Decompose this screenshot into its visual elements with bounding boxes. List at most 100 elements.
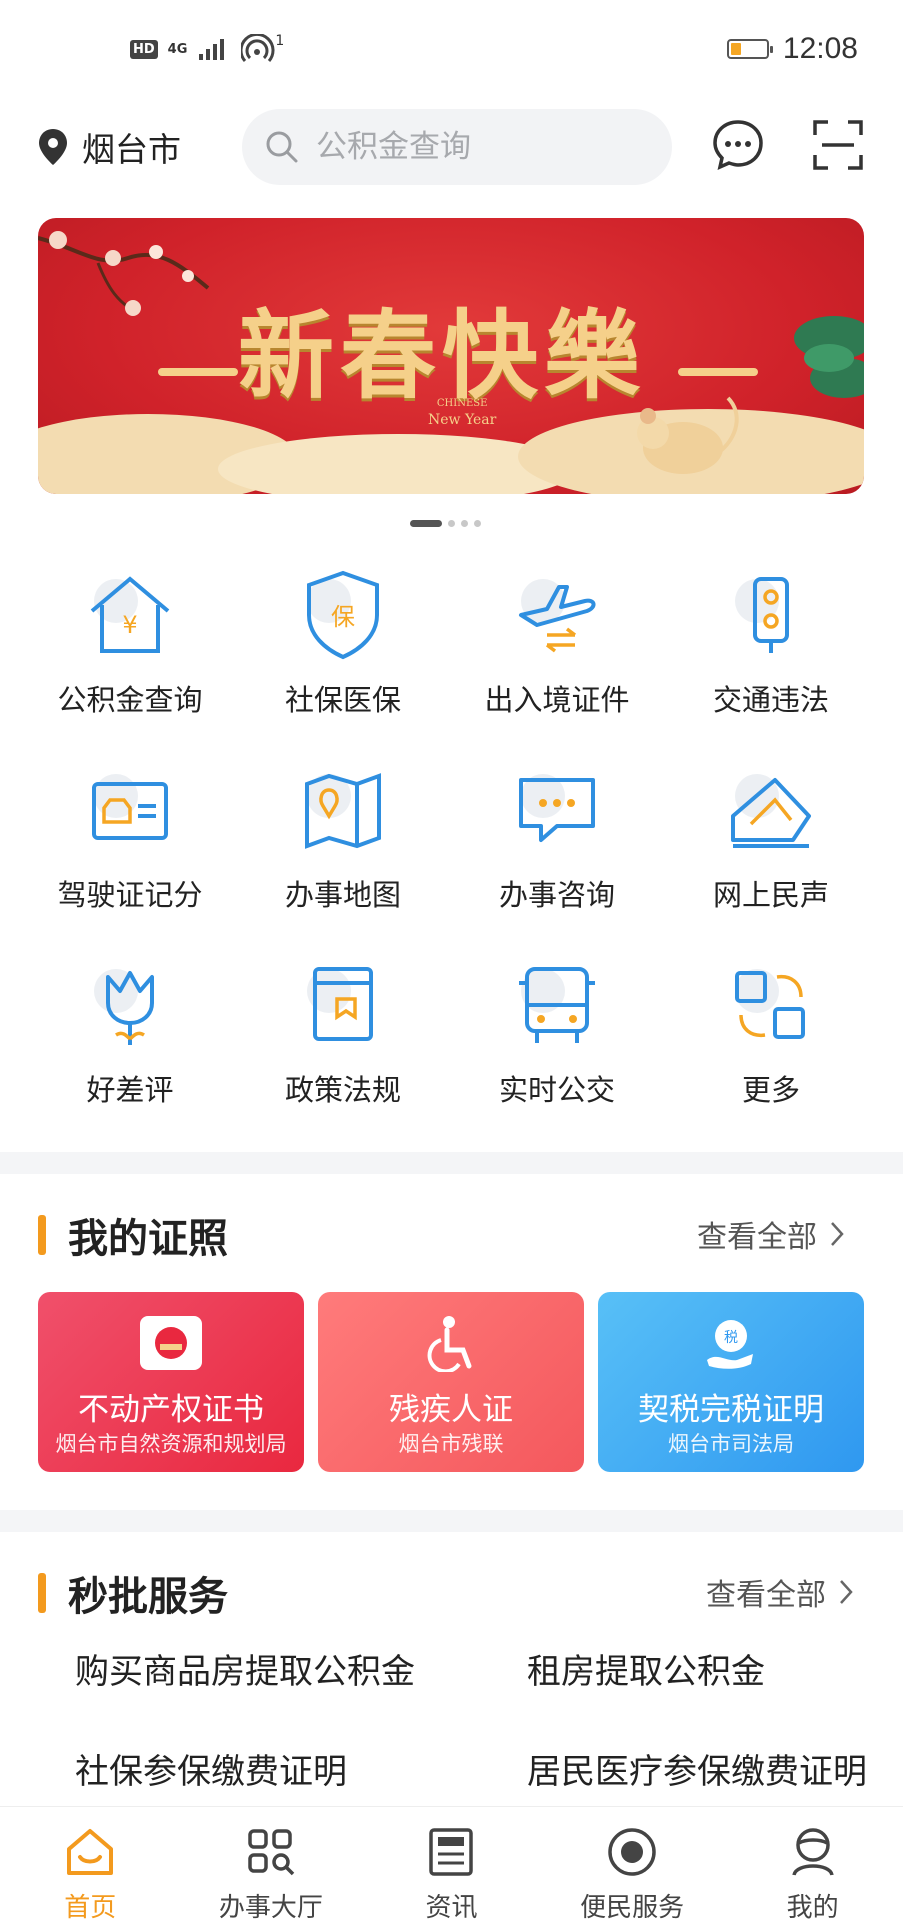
service-bus[interactable]: 实时公交: [467, 955, 647, 1109]
book-icon: [313, 967, 373, 1041]
service-envelope[interactable]: 网上民声: [681, 760, 861, 914]
chevron-right-icon: [831, 1222, 844, 1246]
service-label: 驾驶证记分: [57, 878, 203, 912]
hotspot-count: 1: [275, 33, 285, 49]
hotspot-icon: [241, 34, 275, 62]
card-issuer: 烟台市自然资源和规划局: [55, 1432, 287, 1456]
service-label: 办事咨询: [498, 878, 615, 912]
chat-bubble-icon: [519, 778, 595, 842]
service-label: 网上民声: [712, 878, 829, 912]
carousel-indicator: [410, 520, 481, 527]
license-card-icon: [92, 782, 168, 840]
service-house-yen[interactable]: ¥ 公积金查询: [40, 565, 220, 719]
scan-icon[interactable]: [812, 119, 864, 171]
city-name: 烟台市: [82, 130, 181, 169]
location-pin-icon: [39, 129, 67, 165]
chevron-right-icon: [840, 1580, 853, 1604]
service-label: 出入境证件: [484, 683, 630, 717]
airplane-icon: [519, 585, 596, 653]
service-label: 政策法规: [284, 1073, 401, 1107]
tab-label: 资讯: [425, 1893, 478, 1923]
national-emblem-icon: [140, 1316, 202, 1370]
service-label: 公积金查询: [57, 683, 203, 717]
tab-label: 便民服务: [580, 1893, 685, 1923]
wheelchair-icon: [427, 1316, 472, 1372]
quick-approval-view-all-link[interactable]: 查看全部: [706, 1570, 854, 1614]
flower-icon: [106, 971, 154, 1045]
banner-carousel[interactable]: 新春快樂 CHINESE New Year: [38, 218, 864, 494]
service-airplane[interactable]: 出入境证件: [467, 565, 647, 719]
card-title: 残疾人证: [389, 1392, 513, 1428]
certificate-card-deed-tax[interactable]: 税 契税完税证明 烟台市司法局: [598, 1292, 864, 1472]
service-label: 办事地图: [284, 878, 401, 912]
top-header: 烟台市: [0, 105, 903, 185]
service-chat-bubble[interactable]: 办事咨询: [467, 760, 647, 914]
bus-icon: [519, 967, 595, 1043]
network-type: 4G: [167, 41, 188, 57]
section-divider: [0, 1510, 903, 1532]
map-pin-icon: [305, 773, 381, 849]
more-grid-icon: [735, 971, 805, 1039]
grid-search-icon: [248, 1829, 295, 1876]
hd-badge: HD: [130, 39, 158, 59]
service-label: 实时公交: [498, 1073, 615, 1107]
target-icon: [608, 1828, 656, 1876]
bottom-tab-bar: 首页 办事大厅 资讯 便民服务 我的: [0, 1806, 903, 1930]
service-label: 更多: [741, 1073, 800, 1107]
certificates-view-all-link[interactable]: 查看全部: [697, 1212, 845, 1256]
section-divider: [0, 1152, 903, 1174]
tab-convenience[interactable]: 便民服务: [542, 1807, 723, 1930]
tab-news[interactable]: 资讯: [361, 1807, 542, 1930]
card-title: 不动产权证书: [78, 1392, 264, 1428]
quick-approval-item[interactable]: 购买商品房提取公积金: [75, 1644, 415, 1693]
tab-label: 我的: [786, 1893, 839, 1923]
certificates-section-title: 我的证照: [38, 1206, 228, 1264]
tab-mine[interactable]: 我的: [722, 1807, 903, 1930]
card-issuer: 烟台市司法局: [668, 1432, 794, 1456]
carousel-dot: [474, 520, 481, 527]
tab-label: 首页: [64, 1893, 117, 1923]
clock: 12:08: [782, 32, 858, 65]
home-icon: [67, 1829, 114, 1875]
service-map-pin[interactable]: 办事地图: [253, 760, 433, 914]
quick-approval-section-title: 秒批服务: [38, 1564, 228, 1622]
service-traffic-light[interactable]: 交通违法: [681, 565, 861, 719]
service-label: 交通违法: [712, 683, 829, 717]
pine-tree-icon: [794, 316, 864, 398]
service-label: 社保医保: [284, 683, 401, 717]
search-box[interactable]: [242, 109, 672, 185]
service-shield-bao[interactable]: 保社保医保: [253, 565, 433, 719]
service-book[interactable]: 政策法规: [253, 955, 433, 1109]
certificate-card-disability[interactable]: 残疾人证 烟台市残联: [318, 1292, 584, 1472]
tab-home[interactable]: 首页: [0, 1807, 181, 1930]
carousel-dot: [461, 520, 468, 527]
service-flower[interactable]: 好差评: [40, 955, 220, 1109]
envelope-icon: [731, 778, 811, 848]
profile-icon: [791, 1828, 834, 1876]
quick-approval-item[interactable]: 居民医疗参保缴费证明: [527, 1744, 867, 1793]
message-icon[interactable]: [712, 119, 764, 171]
certificate-card-property[interactable]: 不动产权证书 烟台市自然资源和规划局: [38, 1292, 304, 1472]
carousel-dot: [410, 520, 442, 527]
tab-label: 办事大厅: [218, 1893, 323, 1923]
quick-approval-item[interactable]: 租房提取公积金: [527, 1644, 765, 1693]
battery-icon: [726, 39, 773, 59]
service-more-grid[interactable]: 更多: [681, 955, 861, 1109]
signal-icon: [199, 39, 225, 60]
search-icon: [266, 131, 298, 163]
house-yen-icon: ¥: [90, 576, 170, 653]
location-selector[interactable]: 烟台市: [38, 123, 181, 171]
news-icon: [429, 1828, 474, 1876]
card-issuer: 烟台市残联: [398, 1432, 504, 1456]
search-input[interactable]: [314, 128, 648, 166]
tab-service-hall[interactable]: 办事大厅: [181, 1807, 362, 1930]
service-label: 好差评: [86, 1073, 174, 1107]
service-license-card[interactable]: 驾驶证记分: [40, 760, 220, 914]
svg-text:税: 税: [724, 1330, 738, 1346]
shield-bao-icon: 保: [307, 570, 379, 660]
certificate-cards: 不动产权证书 烟台市自然资源和规划局 残疾人证 烟台市残联 税 契税完税证明 烟…: [38, 1292, 864, 1472]
status-bar: HD 4G 1 12:08: [0, 0, 903, 100]
carousel-dot: [448, 520, 455, 527]
quick-approval-item[interactable]: 社保参保缴费证明: [75, 1744, 347, 1793]
svg-text:保: 保: [331, 603, 355, 631]
